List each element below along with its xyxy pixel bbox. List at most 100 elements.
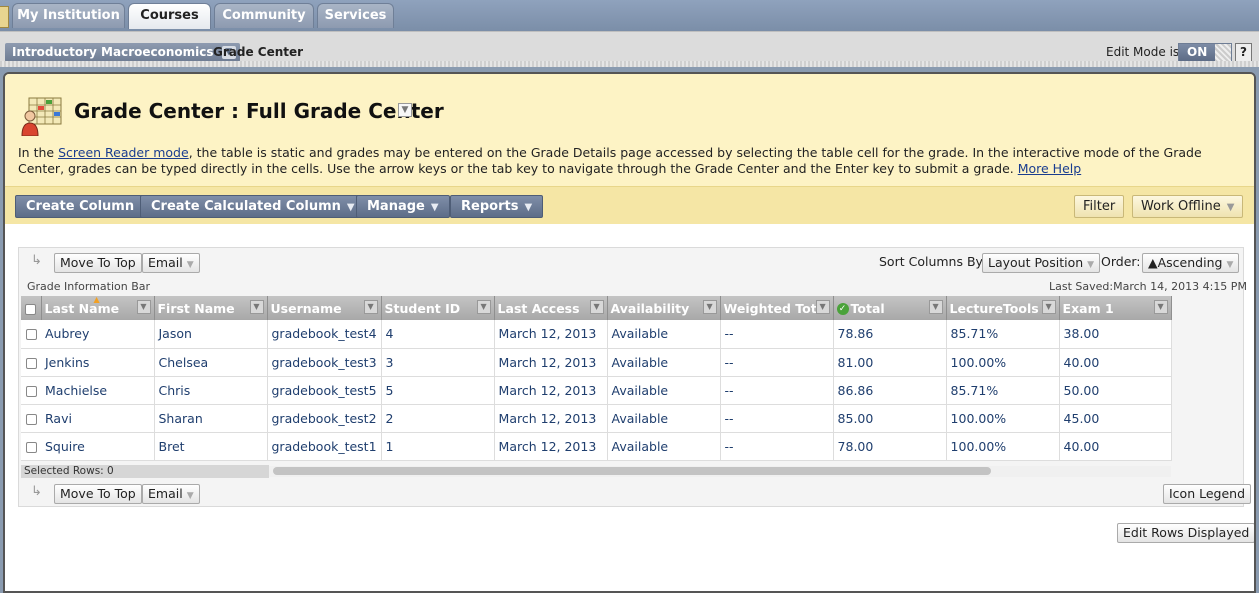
cell-first-name[interactable]: Chris [154,376,268,405]
cell-last-name[interactable]: Ravi [41,404,155,433]
cell-availability[interactable]: Available [607,404,721,433]
more-help-link[interactable]: More Help [1018,161,1081,176]
cell-username[interactable]: gradebook_test3 [267,348,382,377]
cell-exam-1[interactable]: 45.00 [1059,404,1172,433]
reports-button[interactable]: Reports ▼ [450,195,544,218]
icon-legend-button[interactable]: Icon Legend [1163,484,1252,504]
chevron-down-icon[interactable]: ▼ [815,300,830,314]
cell-weighted-total[interactable]: -- [720,320,834,349]
cell-last-access[interactable]: March 12, 2013 [494,404,608,433]
row-checkbox[interactable] [25,329,37,341]
cell-weighted-total[interactable]: -- [720,348,834,377]
cell-username[interactable]: gradebook_test4 [267,320,382,349]
chevron-down-icon[interactable]: ▼ [136,300,151,314]
chevron-down-icon[interactable]: ▼ [476,300,491,314]
order-select[interactable]: ▲Ascending ▼ [1142,253,1240,273]
cell-username[interactable]: gradebook_test5 [267,376,382,405]
cell-student-id[interactable]: 5 [381,376,495,405]
column-header-last-access[interactable]: Last Access ▼ [494,296,608,320]
edit-rows-displayed-button[interactable]: Edit Rows Displayed [1117,523,1254,543]
email-button[interactable]: Email ▼ [142,253,200,273]
create-calculated-column-button[interactable]: Create Calculated Column ▼ [140,195,366,218]
column-header-student-id[interactable]: Student ID ▼ [381,296,495,320]
move-to-top-button-bottom[interactable]: Move To Top [54,484,142,504]
cell-weighted-total[interactable]: -- [720,432,834,461]
cell-availability[interactable]: Available [607,376,721,405]
manage-button[interactable]: Manage ▼ [356,195,450,218]
cell-total[interactable]: 85.00 [833,404,947,433]
email-button-bottom[interactable]: Email ▼ [142,484,200,504]
cell-last-access[interactable]: March 12, 2013 [494,348,608,377]
column-header-total[interactable]: ✓ Total ▼ [833,296,947,320]
move-to-top-button[interactable]: Move To Top [54,253,142,273]
column-header-username[interactable]: Username ▼ [267,296,382,320]
cell-total[interactable]: 78.00 [833,432,947,461]
cell-first-name[interactable]: Chelsea [154,348,268,377]
cell-student-id[interactable]: 2 [381,404,495,433]
row-checkbox[interactable] [25,357,37,369]
menu-stub-icon[interactable] [0,6,9,28]
cell-first-name[interactable]: Bret [154,432,268,461]
chevron-down-icon[interactable]: ▼ [1153,300,1168,314]
screen-reader-mode-link[interactable]: Screen Reader mode [58,145,189,160]
scrollbar-thumb[interactable] [273,467,991,475]
cell-first-name[interactable]: Sharan [154,404,268,433]
cell-last-access[interactable]: March 12, 2013 [494,432,608,461]
edit-mode-toggle[interactable]: ON [1178,43,1232,62]
cell-exam-1[interactable]: 50.00 [1059,376,1172,405]
cell-exam-1[interactable]: 40.00 [1059,348,1172,377]
chevron-down-icon[interactable]: ▼ [928,300,943,314]
cell-first-name[interactable]: Jason [154,320,268,349]
tab-services[interactable]: Services [317,3,394,28]
row-checkbox[interactable] [25,385,37,397]
column-header-weighted-total[interactable]: Weighted Total ▼ [720,296,834,320]
chevron-down-icon[interactable]: ▼ [702,300,717,314]
cell-lecturetools[interactable]: 100.00% [946,404,1060,433]
chevron-down-icon[interactable]: ▼ [589,300,604,314]
cell-weighted-total[interactable]: -- [720,376,834,405]
cell-total[interactable]: 78.86 [833,320,947,349]
chevron-down-icon[interactable]: ▼ [398,103,412,117]
row-checkbox[interactable] [25,441,37,453]
column-header-last-name[interactable]: ▲ Last Name ▼ [41,296,155,320]
cell-availability[interactable]: Available [607,348,721,377]
work-offline-button[interactable]: Work Offline ▼ [1132,195,1244,218]
cell-lecturetools[interactable]: 85.71% [946,320,1060,349]
cell-lecturetools[interactable]: 100.00% [946,432,1060,461]
sort-columns-select[interactable]: Layout Position ▼ [982,253,1101,273]
row-checkbox[interactable] [25,413,37,425]
column-header-lecturetools[interactable]: LectureTools ▼ [946,296,1060,320]
select-all-checkbox[interactable] [25,303,37,315]
cell-total[interactable]: 86.86 [833,376,947,405]
cell-username[interactable]: gradebook_test1 [267,432,382,461]
tab-my-institution[interactable]: My Institution [12,3,125,28]
tab-courses[interactable]: Courses [128,3,211,29]
help-button[interactable]: ? [1235,43,1252,62]
cell-exam-1[interactable]: 40.00 [1059,432,1172,461]
cell-last-name[interactable]: Aubrey [41,320,155,349]
cell-last-access[interactable]: March 12, 2013 [494,376,608,405]
cell-username[interactable]: gradebook_test2 [267,404,382,433]
cell-availability[interactable]: Available [607,432,721,461]
cell-last-name[interactable]: Jenkins [41,348,155,377]
cell-student-id[interactable]: 3 [381,348,495,377]
column-header-exam-1[interactable]: Exam 1 ▼ [1059,296,1172,320]
cell-last-access[interactable]: March 12, 2013 [494,320,608,349]
cell-lecturetools[interactable]: 100.00% [946,348,1060,377]
chevron-down-icon[interactable]: ▼ [363,300,378,314]
cell-total[interactable]: 81.00 [833,348,947,377]
tab-community[interactable]: Community [214,3,314,28]
chevron-down-icon[interactable]: ▼ [249,300,264,314]
cell-lecturetools[interactable]: 85.71% [946,376,1060,405]
column-header-availability[interactable]: Availability ▼ [607,296,721,320]
cell-last-name[interactable]: Squire [41,432,155,461]
cell-last-name[interactable]: Machielse [41,376,155,405]
cell-weighted-total[interactable]: -- [720,404,834,433]
breadcrumb-course[interactable]: Introductory Macroeconomics ▼ [5,43,240,62]
chevron-down-icon[interactable]: ▼ [1041,300,1056,314]
cell-student-id[interactable]: 4 [381,320,495,349]
filter-button[interactable]: Filter [1074,195,1125,218]
cell-student-id[interactable]: 1 [381,432,495,461]
create-column-button[interactable]: Create Column [15,195,146,218]
cell-availability[interactable]: Available [607,320,721,349]
